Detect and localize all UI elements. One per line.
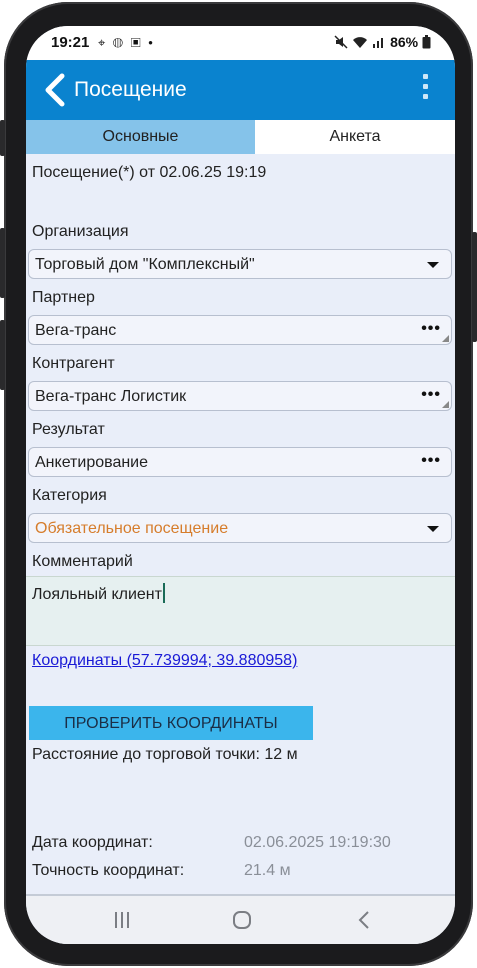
corner-marker-icon — [442, 335, 449, 342]
more-dots-icon[interactable]: ••• — [421, 320, 441, 338]
contractor-value: Вега-транс Логистик — [35, 388, 187, 405]
app-bar: Посещение — [26, 60, 455, 120]
check-coordinates-button[interactable]: ПРОВЕРИТЬ КООРДИНАТЫ — [29, 706, 313, 740]
contractor-field[interactable]: Вега-транс Логистик ••• — [28, 381, 452, 411]
more-dots-icon[interactable]: ••• — [421, 452, 441, 470]
comment-value: Лояльный клиент — [32, 586, 162, 603]
category-label: Категория — [32, 487, 107, 504]
chevron-down-icon — [427, 526, 439, 532]
tab-questionnaire[interactable]: Анкета — [255, 120, 455, 154]
status-bar: 19:21 ⌖ ◍ ▣ • 86% — [26, 26, 455, 60]
system-icons: 86% — [334, 34, 431, 50]
partner-value: Вега-транс — [35, 322, 117, 339]
back-arrow-icon[interactable] — [42, 72, 68, 108]
partner-label: Партнер — [32, 289, 95, 306]
partner-field[interactable]: Вега-транс ••• — [28, 315, 452, 345]
coord-date-value: 02.06.2025 19:19:30 — [244, 834, 391, 851]
result-label: Результат — [32, 421, 105, 438]
battery-percent: 86% — [390, 34, 419, 50]
coord-accuracy-label: Точность координат: — [32, 862, 185, 879]
category-select[interactable]: Обязательное посещение — [28, 513, 452, 543]
coordinates-link[interactable]: Координаты (57.739994; 39.880958) — [32, 652, 297, 670]
home-icon[interactable] — [232, 910, 252, 930]
distance-text: Расстояние до торговой точки: 12 м — [32, 746, 298, 763]
status-time: 19:21 — [51, 34, 90, 51]
phone-frame: 19:21 ⌖ ◍ ▣ • 86% Посещение Основные Анк… — [0, 2, 477, 966]
screen: 19:21 ⌖ ◍ ▣ • 86% Посещение Основные Анк… — [26, 26, 455, 944]
organization-label: Организация — [32, 223, 129, 240]
coord-accuracy-value: 21.4 м — [244, 862, 291, 879]
corner-marker-icon — [442, 401, 449, 408]
category-value: Обязательное посещение — [35, 520, 229, 537]
contractor-label: Контрагент — [32, 355, 115, 372]
visit-header: Посещение(*) от 02.06.25 19:19 — [32, 164, 267, 181]
organization-select[interactable]: Торговый дом "Комплексный" — [28, 249, 452, 279]
result-field[interactable]: Анкетирование ••• — [28, 447, 452, 477]
wifi-icon — [353, 37, 368, 48]
more-dots-icon[interactable]: ••• — [421, 386, 441, 404]
result-value: Анкетирование — [35, 454, 149, 471]
coord-date-label: Дата координат: — [32, 834, 153, 851]
system-nav-bar — [26, 894, 455, 944]
side-button — [0, 120, 5, 156]
volume-button — [0, 228, 5, 298]
volume-button — [0, 320, 5, 390]
tab-bar: Основные Анкета — [26, 120, 455, 154]
page-title: Посещение — [74, 78, 187, 101]
power-button — [472, 232, 477, 342]
text-caret — [162, 583, 165, 603]
comment-label: Комментарий — [32, 553, 133, 570]
organization-value: Торговый дом "Комплексный" — [35, 256, 255, 273]
battery-icon — [422, 35, 431, 49]
chevron-down-icon — [427, 262, 439, 268]
notification-icons: ⌖ ◍ ▣ • — [98, 35, 155, 50]
recent-apps-icon[interactable] — [112, 910, 132, 930]
overflow-menu-icon[interactable] — [423, 74, 429, 106]
back-nav-icon[interactable] — [356, 910, 372, 930]
tab-main[interactable]: Основные — [26, 120, 255, 154]
signal-icon — [373, 38, 384, 48]
comment-input[interactable]: Лояльный клиент — [26, 576, 455, 646]
mute-icon — [334, 35, 348, 49]
